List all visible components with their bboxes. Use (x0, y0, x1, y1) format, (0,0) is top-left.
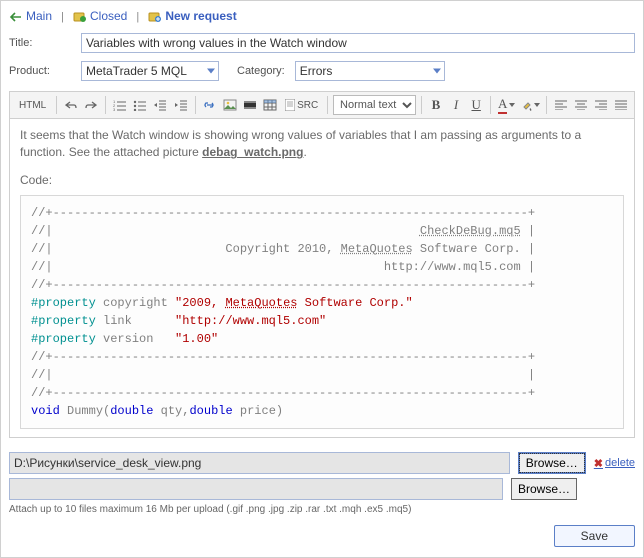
src-button[interactable]: SRC (281, 95, 322, 115)
editor-toolbar: HTML 123 SRC Normal text B I U A (9, 91, 635, 119)
file-path-1 (9, 452, 510, 474)
list-ul-button[interactable] (131, 95, 149, 115)
file-row-1: Browse… ✖delete (9, 452, 635, 474)
link-button[interactable] (201, 95, 219, 115)
editor-content[interactable]: It seems that the Watch window is showin… (9, 119, 635, 438)
image-button[interactable] (221, 95, 239, 115)
format-select[interactable]: Normal text (333, 95, 416, 115)
browse-button-2[interactable]: Browse… (511, 478, 577, 500)
files-section: Browse… ✖delete Browse… Attach up to 10 … (9, 452, 635, 515)
body-attachment: debag_watch.png (202, 145, 303, 159)
product-select[interactable]: MetaTrader 5 MQL (81, 61, 219, 81)
new-icon (148, 11, 162, 23)
nav-main[interactable]: Main (26, 9, 52, 23)
html-button[interactable]: HTML (14, 95, 51, 115)
nav-sep: | (130, 11, 145, 23)
svg-text:3: 3 (113, 107, 116, 111)
save-row: Save (9, 525, 635, 547)
redo-button[interactable] (82, 95, 100, 115)
browse-button-1[interactable]: Browse… (518, 452, 586, 474)
indent-button[interactable] (172, 95, 190, 115)
bold-button[interactable]: B (427, 95, 445, 115)
nav-new[interactable]: New request (165, 9, 236, 23)
table-button[interactable] (261, 95, 279, 115)
top-nav: Main | Closed | New request (9, 7, 635, 29)
code-label: Code: (20, 172, 624, 189)
file-path-2 (9, 478, 503, 500)
code-box: //+-------------------------------------… (20, 195, 624, 429)
upload-hint: Attach up to 10 files maximum 16 Mb per … (9, 504, 635, 515)
align-justify-button[interactable] (612, 95, 630, 115)
bgcolor-button[interactable] (519, 95, 540, 115)
underline-button[interactable]: U (467, 95, 485, 115)
delete-link-1[interactable]: ✖delete (594, 457, 635, 470)
title-label: Title: (9, 37, 81, 49)
back-icon (9, 11, 23, 23)
undo-button[interactable] (62, 95, 80, 115)
align-right-button[interactable] (592, 95, 610, 115)
outdent-button[interactable] (151, 95, 169, 115)
save-button[interactable]: Save (554, 525, 635, 547)
closed-icon (73, 11, 87, 23)
align-center-button[interactable] (572, 95, 590, 115)
nav-closed[interactable]: Closed (90, 9, 127, 23)
product-label: Product: (9, 65, 81, 77)
product-row: Product: MetaTrader 5 MQL Category: Erro… (9, 57, 635, 85)
title-row: Title: (9, 29, 635, 57)
title-input[interactable] (81, 33, 635, 53)
video-button[interactable] (241, 95, 259, 115)
category-select[interactable]: Errors (295, 61, 445, 81)
list-ol-button[interactable]: 123 (111, 95, 129, 115)
category-label: Category: (237, 65, 285, 77)
delete-x-icon: ✖ (594, 457, 603, 470)
file-row-2: Browse… (9, 478, 635, 500)
italic-button[interactable]: I (447, 95, 465, 115)
nav-sep: | (55, 11, 70, 23)
align-left-button[interactable] (552, 95, 570, 115)
textcolor-button[interactable]: A (496, 95, 517, 115)
